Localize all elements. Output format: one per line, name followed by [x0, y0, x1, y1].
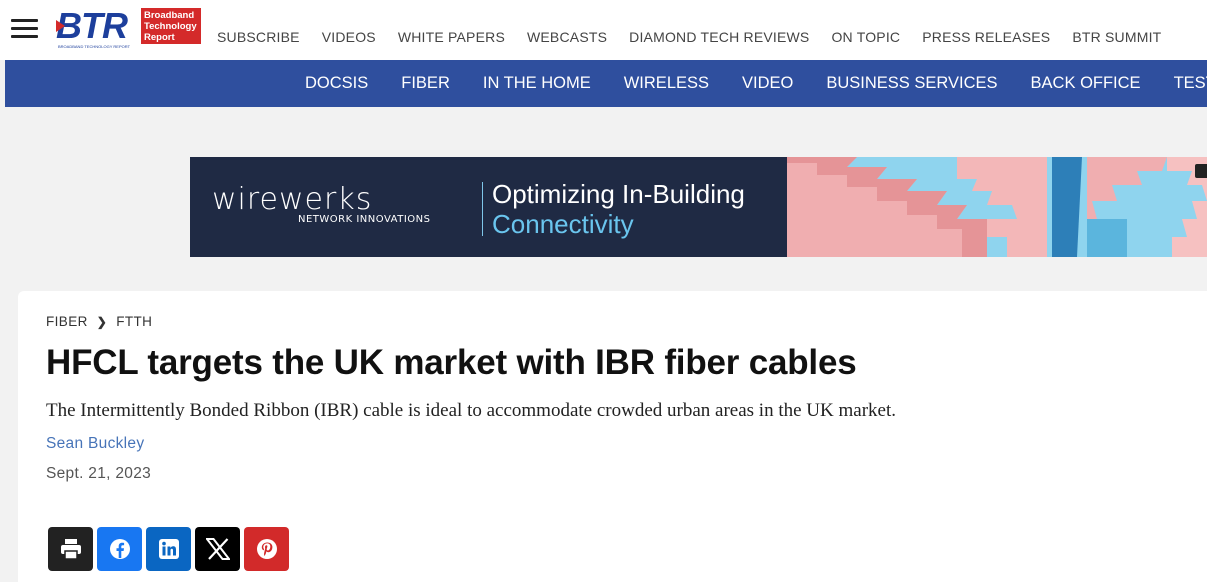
main-nav-video[interactable]: VIDEO [742, 74, 793, 93]
logo-box-line: Technology [144, 21, 197, 32]
ad-divider [482, 182, 483, 236]
print-icon [60, 539, 81, 559]
top-nav-subscribe[interactable]: SUBSCRIBE [217, 28, 300, 46]
x-icon [205, 538, 230, 560]
logo-box-line: Report [144, 32, 175, 43]
top-nav-press-releases[interactable]: PRESS RELEASES [922, 28, 1050, 46]
breadcrumb-ftth[interactable]: FTTH [116, 314, 152, 329]
top-nav: SUBSCRIBE VIDEOS WHITE PAPERS WEBCASTS D… [217, 28, 1183, 46]
site-logo[interactable]: BTR Broadband Technology Report BROADBAN… [56, 5, 201, 49]
share-bar [48, 527, 293, 571]
linkedin-icon [158, 539, 179, 559]
article-date: Sept. 21, 2023 [46, 465, 152, 482]
ad-headline-line1: Optimizing In-Building [492, 179, 745, 209]
main-nav-test[interactable]: TEST [1174, 74, 1207, 93]
top-header: BTR Broadband Technology Report BROADBAN… [0, 0, 1207, 60]
top-nav-white-papers[interactable]: WHITE PAPERS [398, 28, 505, 46]
main-nav: DOCSIS FIBER IN THE HOME WIRELESS VIDEO … [5, 60, 1207, 107]
main-nav-business-services[interactable]: BUSINESS SERVICES [826, 74, 997, 93]
ad-choices-icon[interactable] [1195, 164, 1207, 178]
main-nav-wireless[interactable]: WIRELESS [624, 74, 709, 93]
top-nav-videos[interactable]: VIDEOS [322, 28, 376, 46]
print-button[interactable] [48, 527, 93, 571]
ad-banner[interactable]: wirewerks NETWORK INNOVATIONS Optimizing… [190, 157, 1207, 257]
main-nav-back-office[interactable]: BACK OFFICE [1031, 74, 1141, 93]
main-nav-fiber[interactable]: FIBER [401, 74, 450, 93]
logo-tagline: BROADBAND TECHNOLOGY REPORT [58, 44, 131, 49]
article-title: HFCL targets the UK market with IBR fibe… [46, 343, 857, 382]
article-subtitle: The Intermittently Bonded Ribbon (IBR) c… [46, 400, 896, 421]
ad-stairs-image [787, 157, 1207, 257]
logo-box-line: Broadband [144, 10, 195, 21]
facebook-share-button[interactable] [97, 527, 142, 571]
breadcrumb-fiber[interactable]: FIBER [46, 314, 88, 329]
main-nav-in-the-home[interactable]: IN THE HOME [483, 74, 591, 93]
top-nav-webcasts[interactable]: WEBCASTS [527, 28, 607, 46]
logo-arrow-icon [56, 20, 65, 32]
pinterest-icon [256, 539, 277, 559]
breadcrumb: FIBER ❯ FTTH [46, 314, 152, 329]
main-nav-docsis[interactable]: DOCSIS [305, 74, 368, 93]
chevron-right-icon: ❯ [96, 314, 108, 329]
logo-box: Broadband Technology Report [141, 8, 201, 44]
facebook-icon [109, 539, 130, 559]
top-nav-diamond-tech-reviews[interactable]: DIAMOND TECH REVIEWS [629, 28, 809, 46]
linkedin-share-button[interactable] [146, 527, 191, 571]
article-card: FIBER ❯ FTTH HFCL targets the UK market … [18, 291, 1207, 582]
article-author[interactable]: Sean Buckley [46, 434, 144, 454]
x-share-button[interactable] [195, 527, 240, 571]
ad-brand: wirewerks [212, 182, 373, 217]
pinterest-share-button[interactable] [244, 527, 289, 571]
logo-wordmark: BTR [56, 5, 128, 46]
ad-headline-line2: Connectivity [492, 209, 634, 239]
hamburger-icon[interactable] [11, 19, 38, 41]
top-nav-btr-summit[interactable]: BTR SUMMIT [1072, 28, 1161, 46]
ad-brand-sub: NETWORK INNOVATIONS [298, 214, 431, 225]
top-nav-on-topic[interactable]: ON TOPIC [831, 28, 900, 46]
